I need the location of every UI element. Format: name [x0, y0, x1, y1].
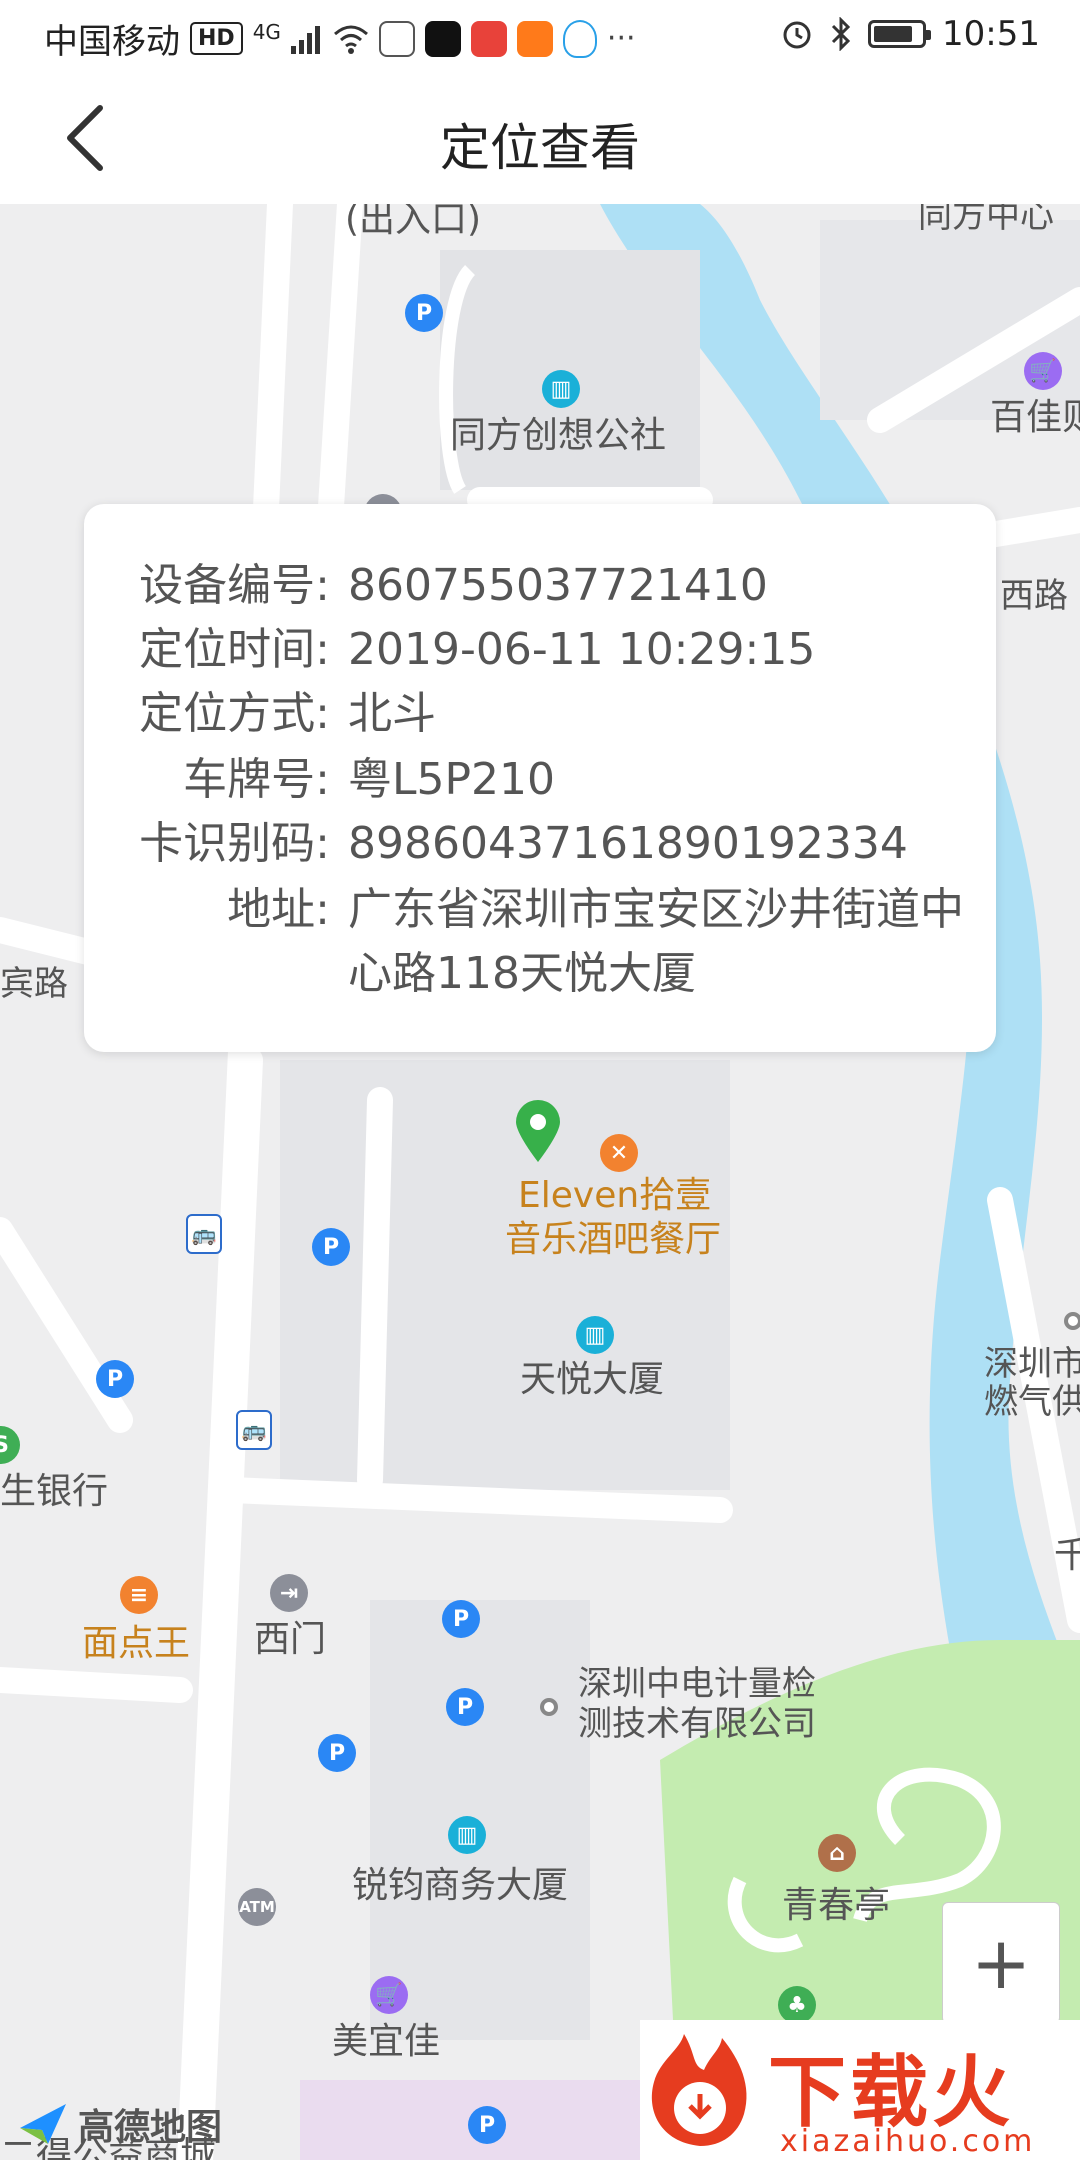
more-notifications-icon: ···	[606, 21, 636, 56]
label-zhongdian-line1: 深圳中电计量检	[578, 1664, 816, 1704]
taobao-app-icon	[516, 20, 553, 57]
alarm-icon	[783, 21, 811, 49]
tiktok-app-icon	[424, 20, 461, 57]
news-app-icon	[378, 20, 415, 57]
info-label: 定位方式:	[139, 688, 330, 739]
zoom-in-button[interactable]: +	[942, 1902, 1060, 2024]
location-marker-icon[interactable]	[514, 1100, 562, 1164]
amap-logo: 高德地图	[18, 2098, 222, 2150]
small-dot-icon	[1064, 1312, 1080, 1330]
label-ruijun: 锐钧商务大厦	[352, 1865, 569, 1906]
restaurant-icon[interactable]: ✕	[600, 1134, 638, 1172]
flame-logo-icon	[651, 2034, 747, 2146]
status-bar: 中国移动 HD 4G ··· 10:51	[0, 0, 1080, 72]
gate-icon[interactable]: ⇥	[270, 1574, 308, 1612]
network-type: 4G	[252, 19, 281, 44]
label-road-east: 西路	[1000, 576, 1068, 616]
title-bar: 定位查看	[0, 72, 1080, 205]
atm-icon[interactable]: ATM	[238, 1888, 276, 1926]
map-view[interactable]: (出入口) 同方中心 同方创想公社 百佳则 西路 宾路 Eleven拾壹 音乐酒…	[0, 204, 1080, 2160]
parking-icon[interactable]: P	[442, 1600, 480, 1638]
info-label: 地址:	[227, 884, 330, 935]
parking-icon[interactable]: P	[312, 1228, 350, 1266]
label-qian: 千	[1054, 1535, 1080, 1576]
info-label: 设备编号:	[139, 560, 330, 611]
page-title: 定位查看	[440, 119, 640, 177]
info-value: 2019-06-11 10:29:15	[348, 624, 816, 675]
parking-icon[interactable]: P	[446, 1688, 484, 1726]
red-app-icon	[470, 20, 507, 57]
info-label: 定位时间:	[139, 624, 330, 675]
label-tongfang-center: 同方中心	[918, 204, 1054, 236]
building-icon[interactable]: ▥	[576, 1316, 614, 1354]
tree-icon[interactable]: ♣	[778, 1986, 816, 2024]
parking-icon[interactable]: P	[405, 294, 443, 332]
label-mianidan: 面点王	[82, 1623, 191, 1664]
hd-badge: HD	[190, 22, 243, 55]
label-gas-line2: 燃气供	[984, 1382, 1080, 1422]
site-url: xiazaihuo.com	[780, 2124, 1036, 2159]
label-eleven-line1: Eleven拾壹	[518, 1175, 712, 1216]
amap-logo-text: 高德地图	[78, 2107, 223, 2148]
parking-icon[interactable]: P	[468, 2106, 506, 2144]
bluetooth-icon	[831, 17, 851, 51]
small-dot-icon	[540, 1698, 558, 1716]
qq-app-icon	[562, 19, 597, 58]
battery-icon	[868, 20, 932, 48]
label-eleven-line2: 音乐酒吧餐厅	[505, 1219, 722, 1260]
label-meiyijia: 美宜佳	[332, 2021, 441, 2062]
pavilion-icon[interactable]: ⌂	[818, 1834, 856, 1872]
wifi-icon	[333, 25, 368, 54]
restaurant-icon[interactable]: ≡	[120, 1576, 158, 1614]
bus-stop-icon[interactable]: 🚌	[186, 1214, 222, 1254]
building-icon[interactable]: ▥	[542, 370, 580, 408]
label-ximen: 西门	[254, 1619, 327, 1660]
bus-stop-icon[interactable]: 🚌	[236, 1410, 272, 1450]
signal-icon	[290, 25, 320, 54]
info-value: 广东省深圳市宝安区沙井街道中心路118天悦大厦	[348, 884, 964, 999]
label-tongfang-commune: 同方创想公社	[450, 415, 667, 456]
device-info-card: 设备编号: 860755037721410 定位时间: 2019-06-11 1…	[84, 504, 996, 1052]
building-icon[interactable]: ▥	[448, 1816, 486, 1854]
clock: 10:51	[942, 14, 1040, 54]
shopping-cart-icon[interactable]: 🛒	[370, 1976, 408, 2014]
site-watermark: 下载火 xiazaihuo.com	[640, 2020, 1080, 2160]
label-gas-line1: 深圳市	[984, 1344, 1080, 1384]
label-baijia: 百佳则	[990, 397, 1080, 438]
label-tianyue: 天悦大厦	[520, 1359, 665, 1400]
parking-icon[interactable]: P	[96, 1360, 134, 1398]
label-bank: 生银行	[0, 1471, 109, 1512]
carrier-name: 中国移动	[44, 22, 180, 62]
info-value: 860755037721410	[348, 560, 768, 611]
shopping-cart-icon[interactable]: 🛒	[1024, 352, 1062, 390]
amap-arrow-icon	[20, 2104, 66, 2144]
label-road-west: 宾路	[0, 964, 68, 1004]
info-value: 89860437161890192334	[348, 818, 908, 869]
info-label: 车牌号:	[183, 754, 330, 805]
label-entrance: (出入口)	[345, 204, 482, 240]
info-label: 卡识别码:	[139, 818, 330, 869]
parking-icon[interactable]: P	[318, 1734, 356, 1772]
label-zhongdian-line2: 测技术有限公司	[578, 1704, 816, 1744]
info-value: 北斗	[348, 688, 436, 739]
label-qingchun: 青春亭	[782, 1885, 891, 1926]
info-value: 粤L5P210	[348, 754, 556, 805]
